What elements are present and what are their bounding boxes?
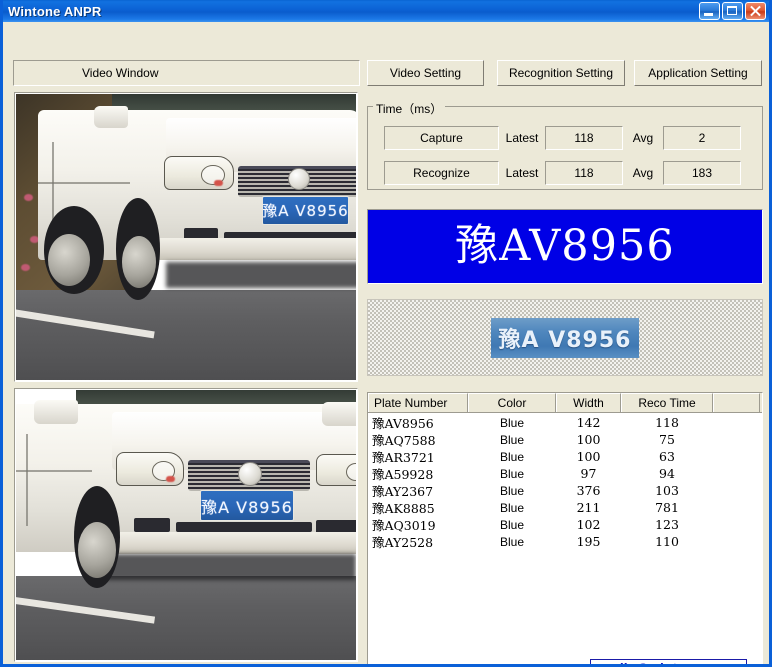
cell-reco-time: 75 <box>659 432 675 447</box>
cell-plate-number: 豫AY2367 <box>372 484 434 499</box>
recognize-avg-value: 183 <box>663 161 741 185</box>
cell-width: 195 <box>576 534 601 549</box>
cell-reco-time: 94 <box>659 466 675 481</box>
video-setting-button[interactable]: Video Setting <box>367 60 484 86</box>
recognize-label: Recognize <box>384 161 499 185</box>
table-row[interactable]: 豫AQ3019 Blue 102 123 <box>368 516 762 533</box>
video-window-label-box: Video Window <box>13 60 360 86</box>
plate-crop-panel: 豫A V8956 <box>367 299 763 376</box>
vehicle-photo-bottom: 豫A V8956 <box>16 390 356 660</box>
table-row[interactable]: 豫AQ7588 Blue 100 75 <box>368 431 762 448</box>
plate-crop-image: 豫A V8956 <box>491 317 639 358</box>
video-frame-snapshot[interactable]: 豫A V8956 <box>14 388 358 662</box>
cell-color: Blue <box>499 466 525 481</box>
column-header-reco-time[interactable]: Reco Time <box>621 393 713 412</box>
capture-avg-value: 2 <box>663 126 741 150</box>
cell-plate-number: 豫A59928 <box>372 467 434 482</box>
application-window: Wintone ANPR Video Window Video Setting … <box>0 0 772 667</box>
plate-crop-text: 豫A V8956 <box>498 327 632 353</box>
video-window-label-text: Video Window <box>82 66 159 80</box>
table-row[interactable]: 豫AV8956 Blue 142 118 <box>368 414 762 431</box>
cell-width: 211 <box>576 500 601 515</box>
cell-color: Blue <box>499 483 525 498</box>
cell-color: Blue <box>499 432 525 447</box>
minimize-button[interactable] <box>699 2 720 20</box>
cell-color: Blue <box>499 517 525 532</box>
cell-reco-time: 123 <box>655 517 679 532</box>
results-table-body: 豫AV8956 Blue 142 118 豫AQ7588 Blue 100 75 豫AR3721… <box>368 413 762 550</box>
plate-region-bottom: 豫A V8956 <box>200 490 294 521</box>
cell-plate-number: 豫AK8885 <box>372 501 435 516</box>
vehicle-photo-top: 豫A V8956 <box>16 94 356 380</box>
window-controls <box>699 2 766 20</box>
capture-latest-label: Latest <box>505 131 539 145</box>
table-row[interactable]: 豫AY2367 Blue 376 103 <box>368 482 762 499</box>
column-header-width[interactable]: Width <box>556 393 621 412</box>
capture-avg-label: Avg <box>632 131 654 145</box>
cell-reco-time: 781 <box>655 500 679 515</box>
title-bar: Wintone ANPR <box>3 0 769 22</box>
cell-color: Blue <box>499 415 525 430</box>
table-row[interactable]: 豫AK8885 Blue 211 781 <box>368 499 762 516</box>
cell-reco-time: 63 <box>659 449 675 464</box>
table-row[interactable]: 豫AR3721 Blue 100 63 <box>368 448 762 465</box>
cell-color: Blue <box>499 449 525 464</box>
cell-plate-number: 豫AV8956 <box>372 416 434 431</box>
cell-color: Blue <box>499 534 525 549</box>
cell-plate-number: 豫AY2528 <box>372 535 434 550</box>
capture-time-row: Capture Latest 118 Avg 2 <box>384 126 741 150</box>
column-header-plate-number[interactable]: Plate Number <box>368 393 468 412</box>
video-frame-live[interactable]: 豫A V8956 <box>14 92 358 382</box>
cell-width: 142 <box>576 415 601 430</box>
cell-reco-time: 118 <box>655 415 679 430</box>
table-row[interactable]: 豫A59928 Blue 97 94 <box>368 465 762 482</box>
cell-plate-number: 豫AQ7588 <box>372 433 436 448</box>
capture-latest-value: 118 <box>545 126 623 150</box>
plate-region-top: 豫A V8956 <box>262 196 349 225</box>
results-table-header: Plate Number Color Width Reco Time <box>368 393 762 413</box>
time-group-title: Time（ms） <box>373 100 446 117</box>
recognized-plate-banner: 豫AV8956 <box>367 209 763 284</box>
cell-width: 100 <box>576 449 601 464</box>
cell-width: 102 <box>576 517 601 532</box>
cell-color: Blue <box>499 500 525 515</box>
application-setting-button[interactable]: Application Setting <box>634 60 762 86</box>
column-header-color[interactable]: Color <box>468 393 556 412</box>
cell-reco-time: 103 <box>655 483 679 498</box>
table-row[interactable]: 豫AY2528 Blue 195 110 <box>368 533 762 550</box>
capture-label: Capture <box>384 126 499 150</box>
recognize-time-row: Recognize Latest 118 Avg 183 <box>384 161 741 185</box>
client-area: Video Window Video Setting Recognition S… <box>3 22 769 664</box>
recognition-setting-button[interactable]: Recognition Setting <box>497 60 625 86</box>
recognized-plate-text: 豫AV8956 <box>455 221 675 271</box>
cell-width: 97 <box>580 466 597 481</box>
cell-width: 376 <box>576 483 601 498</box>
close-button[interactable] <box>745 2 766 20</box>
recognize-latest-value: 118 <box>545 161 623 185</box>
cell-width: 100 <box>576 432 601 447</box>
recognize-latest-label: Latest <box>505 166 539 180</box>
recognize-avg-label: Avg <box>632 166 654 180</box>
cell-plate-number: 豫AR3721 <box>372 450 435 465</box>
maximize-button[interactable] <box>722 2 743 20</box>
email-watermark: sunjie@wintone.co.cn <box>590 659 748 664</box>
cell-plate-number: 豫AQ3019 <box>372 518 436 533</box>
results-table[interactable]: Plate Number Color Width Reco Time 豫AV89… <box>367 392 763 664</box>
cell-reco-time: 110 <box>655 534 679 549</box>
window-title: Wintone ANPR <box>8 3 102 19</box>
column-header-filler <box>713 393 760 412</box>
